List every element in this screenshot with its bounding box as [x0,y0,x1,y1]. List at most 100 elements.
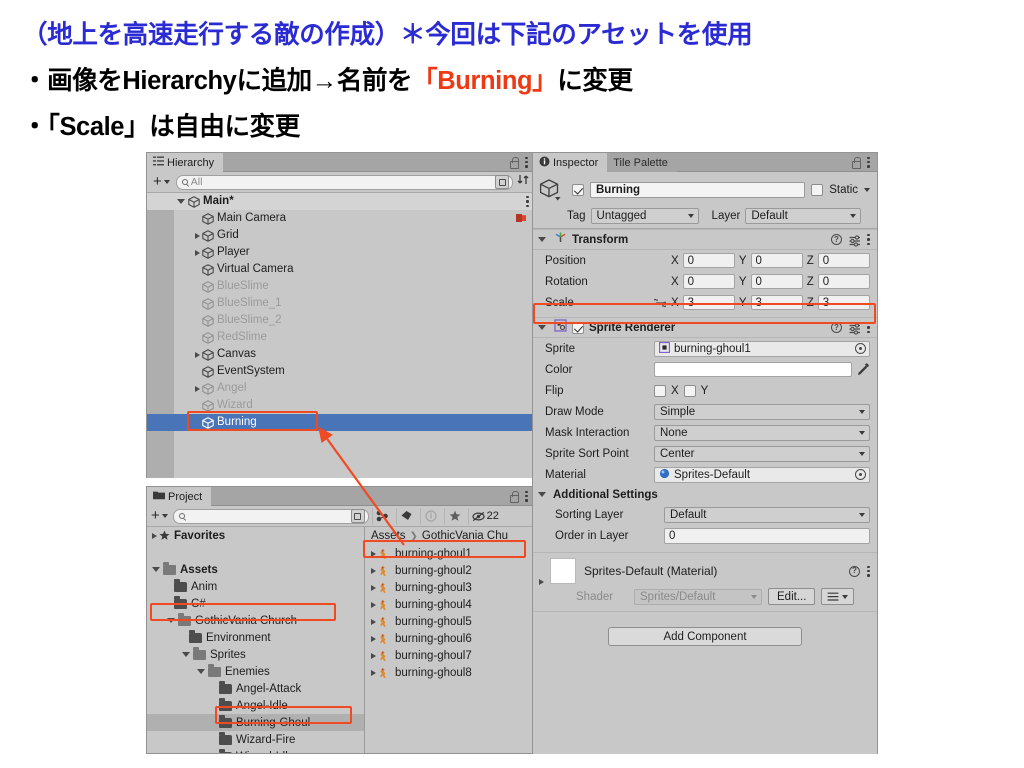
info-icon[interactable] [419,507,441,525]
hierarchy-row[interactable]: BlueSlime [147,278,535,295]
tab-project[interactable]: Project [147,487,212,506]
axis-z-input[interactable]: 0 [817,274,870,289]
foldout-open-icon[interactable] [152,567,160,572]
scene-menu-icon[interactable] [526,196,529,207]
project-tree-row[interactable]: Angel-Idle [147,697,364,714]
search-filter-icon[interactable] [350,509,365,523]
project-asset-row[interactable]: burning-ghoul7 [365,647,535,664]
preset-icon[interactable] [849,234,860,247]
sorting-layer-dropdown[interactable]: Default [664,506,870,523]
hierarchy-row[interactable]: EventSystem [147,363,535,380]
foldout-closed-icon[interactable] [371,669,376,676]
foldout-closed-icon[interactable] [371,584,376,591]
axis-y-input[interactable]: 0 [750,253,803,268]
foldout-open-icon[interactable] [538,325,546,330]
create-asset-button[interactable]: + [149,508,170,523]
additional-settings-header[interactable]: Additional Settings [533,485,877,504]
inspector-menu-icon[interactable] [867,156,870,168]
project-tree-row[interactable]: C# [147,595,364,612]
project-asset-row[interactable]: burning-ghoul8 [365,664,535,681]
hierarchy-row[interactable]: Wizard [147,397,535,414]
project-asset-list[interactable]: Assets ❯ GothicVania Chu burning-ghoul1 b… [365,527,535,753]
static-checkbox[interactable] [811,184,824,196]
axis-x-input[interactable]: 3 [682,295,735,310]
axis-z-input[interactable]: 0 [817,253,870,268]
project-tree-row[interactable]: Assets [147,561,364,578]
tab-hierarchy[interactable]: Hierarchy [147,153,224,172]
project-asset-row[interactable]: burning-ghoul3 [365,579,535,596]
create-object-button[interactable]: + [151,174,172,189]
hierarchy-row[interactable]: Main Camera [147,210,535,227]
material-preset-button[interactable] [821,588,855,605]
hierarchy-row[interactable]: BlueSlime_2 [147,312,535,329]
sprite-object-field[interactable]: burning-ghoul1 [654,340,870,357]
sprite-renderer-enabled-checkbox[interactable] [572,321,584,334]
axis-y-input[interactable]: 0 [750,274,803,289]
project-asset-row[interactable]: burning-ghoul5 [365,613,535,630]
flip-x-checkbox[interactable] [654,384,666,397]
foldout-open-icon[interactable] [538,492,546,497]
axis-x-input[interactable]: 0 [682,253,735,268]
shader-dropdown[interactable]: Sprites/Default [634,588,762,605]
hierarchy-row[interactable]: Grid [147,227,535,244]
transform-component-header[interactable]: Transform ? [533,229,877,250]
foldout-open-icon[interactable] [538,237,546,242]
tag-dropdown[interactable]: Untagged [590,208,699,224]
project-folder-tree[interactable]: Favorites Assets Anim C# GothicVania Church E… [147,527,365,753]
help-icon[interactable]: ? [831,322,842,333]
project-tree-row[interactable]: GothicVania Church [147,612,364,629]
tab-inspector[interactable]: Inspector [533,153,608,172]
project-menu-icon[interactable] [525,490,528,502]
sprite-sort-point-dropdown[interactable]: Center [654,445,870,462]
hierarchy-tree[interactable]: Main* Main Camera Grid Player Virtual Camera… [147,193,535,478]
project-asset-row[interactable]: burning-ghoul6 [365,630,535,647]
project-asset-row[interactable]: burning-ghoul1 [365,545,535,562]
lock-icon[interactable] [851,156,861,169]
hierarchy-row[interactable]: Canvas [147,346,535,363]
project-asset-row[interactable]: burning-ghoul2 [365,562,535,579]
project-tree-row[interactable]: Angel-Attack [147,680,364,697]
hierarchy-row[interactable]: Virtual Camera [147,261,535,278]
lock-icon[interactable] [509,156,519,169]
project-asset-row[interactable]: burning-ghoul4 [365,596,535,613]
breadcrumb-item-0[interactable]: Assets [371,530,406,542]
hierarchy-search-input[interactable]: All [175,174,513,190]
project-tree-row[interactable]: Environment [147,629,364,646]
order-in-layer-input[interactable]: 0 [664,527,870,544]
hierarchy-row[interactable]: Angel [147,380,535,397]
add-component-button[interactable]: Add Component [608,627,802,646]
help-icon[interactable]: ? [831,234,842,245]
foldout-closed-icon[interactable] [539,579,544,585]
object-picker-icon[interactable] [855,343,866,354]
search-by-type-icon[interactable] [371,507,393,525]
foldout-closed-icon[interactable] [195,385,200,392]
static-dropdown-icon[interactable] [864,188,870,192]
foldout-closed-icon[interactable] [195,249,200,256]
project-search-input[interactable] [172,508,369,524]
foldout-open-icon[interactable] [182,652,190,657]
project-tree-row[interactable]: Wizard-Idle [147,748,364,753]
sort-icon[interactable] [517,173,531,192]
link-scale-icon[interactable] [652,298,668,308]
hidden-assets-toggle[interactable]: 22 [467,507,502,525]
material-menu-icon[interactable] [867,565,870,577]
project-tree-row[interactable]: Wizard-Fire [147,731,364,748]
foldout-open-icon[interactable] [167,618,175,623]
project-tree-row[interactable]: Favorites [147,527,364,544]
foldout-closed-icon[interactable] [152,532,157,539]
hierarchy-row[interactable]: Player [147,244,535,261]
foldout-closed-icon[interactable] [371,601,376,608]
foldout-closed-icon[interactable] [371,550,376,557]
foldout-closed-icon[interactable] [371,618,376,625]
axis-z-input[interactable]: 3 [817,295,870,310]
object-active-checkbox[interactable] [572,184,584,196]
breadcrumb-item-1[interactable]: GothicVania Chu [422,530,508,542]
project-tree-row[interactable]: Sprites [147,646,364,663]
foldout-closed-icon[interactable] [195,351,200,358]
object-picker-icon[interactable] [855,469,866,480]
foldout-closed-icon[interactable] [195,232,200,239]
foldout-closed-icon[interactable] [371,635,376,642]
foldout-open-icon[interactable] [177,199,185,204]
favorite-star-icon[interactable] [443,507,465,525]
hierarchy-row[interactable]: RedSlime [147,329,535,346]
